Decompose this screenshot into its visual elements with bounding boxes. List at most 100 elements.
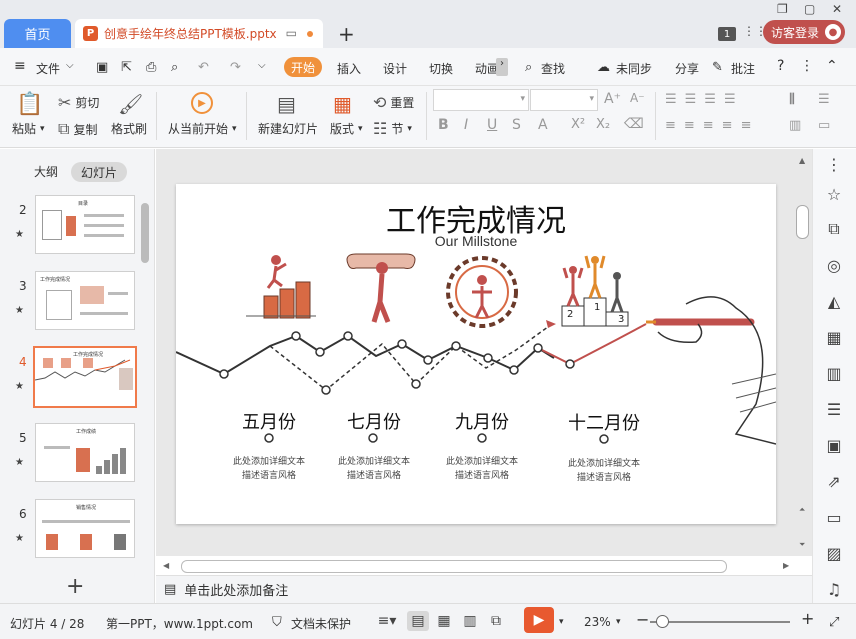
- superscript-icon[interactable]: X²: [571, 117, 585, 132]
- speaker-icon[interactable]: ♫: [822, 577, 846, 601]
- reading-view-icon[interactable]: ▥: [459, 611, 481, 631]
- italic-icon[interactable]: I: [464, 117, 468, 133]
- new-slide-icon[interactable]: ▤: [277, 92, 296, 116]
- save-icon[interactable]: ▣: [96, 60, 108, 75]
- slide-sorter-icon[interactable]: ▦: [433, 611, 455, 631]
- align-icons[interactable]: ≡≡≡≡≡: [665, 118, 759, 133]
- zoom-slider-handle[interactable]: [656, 615, 669, 628]
- menu-start[interactable]: 开始: [284, 57, 322, 77]
- scroll-right-icon[interactable]: ▶: [783, 561, 789, 570]
- zoom-in-button[interactable]: +: [801, 609, 814, 628]
- preview-icon[interactable]: ⌕: [171, 60, 178, 75]
- page-down-icon[interactable]: ⏷: [799, 540, 805, 550]
- image-gallery-icon[interactable]: ▣: [822, 433, 846, 457]
- annotate-icon[interactable]: ✎: [712, 60, 723, 75]
- text-box-icon[interactable]: ▭: [818, 118, 830, 133]
- menu-annotate[interactable]: 批注: [731, 60, 755, 77]
- canvas-horizontal-scrollbar[interactable]: [181, 560, 727, 573]
- archive-icon[interactable]: ▭: [822, 505, 846, 529]
- layout-icon[interactable]: ▦: [333, 92, 352, 116]
- font-name-select[interactable]: ▾: [433, 89, 529, 111]
- scroll-left-icon[interactable]: ◀: [163, 561, 169, 570]
- menu-transition[interactable]: 切换: [429, 60, 453, 77]
- layout-button[interactable]: 版式 ▾: [330, 120, 363, 137]
- restore-window-icon[interactable]: ❐: [777, 2, 788, 16]
- align-menu-icon[interactable]: ≡▾: [376, 611, 398, 631]
- menu-insert[interactable]: 插入: [337, 60, 361, 77]
- subscript-icon[interactable]: X₂: [596, 117, 610, 132]
- slide-thumbnail-selected[interactable]: 工作完成情况: [33, 346, 137, 408]
- reset-button[interactable]: ⟲ 重置: [373, 93, 414, 112]
- file-dropdown-icon[interactable]: ⌵: [66, 60, 74, 71]
- slideshow-play-button[interactable]: ▶: [524, 607, 554, 633]
- list-format-icons[interactable]: ☰☰☰☰: [665, 92, 744, 107]
- window-count-badge[interactable]: 1: [718, 27, 736, 41]
- slide-thumbnail[interactable]: 销售情况: [35, 499, 135, 558]
- settings-sliders-icon[interactable]: ☰: [822, 397, 846, 421]
- layers-icon[interactable]: ◭: [822, 289, 846, 313]
- undo-icon[interactable]: ↶: [198, 60, 209, 75]
- menu-find[interactable]: 查找: [541, 60, 565, 77]
- page-up-icon[interactable]: ⏶: [799, 505, 805, 515]
- quick-access-dropdown-icon[interactable]: ⌵: [258, 60, 266, 71]
- zoom-slider[interactable]: [650, 621, 790, 623]
- menu-file[interactable]: 文件: [36, 60, 60, 77]
- shapes-icon[interactable]: ◎: [822, 253, 846, 277]
- slideshow-dropdown-icon[interactable]: ▾: [559, 617, 564, 627]
- normal-view-icon[interactable]: ▤: [407, 611, 429, 631]
- star-icon[interactable]: ☆: [822, 182, 846, 206]
- notes-pane[interactable]: ▤ 单击此处添加备注: [156, 575, 812, 603]
- slide-thumbnail[interactable]: 工作成绩: [35, 423, 135, 482]
- font-size-select[interactable]: ▾: [530, 89, 598, 111]
- more-options-icon[interactable]: ⋮: [800, 58, 814, 74]
- menu-share[interactable]: 分享: [675, 60, 699, 77]
- tab-home[interactable]: 首页: [4, 19, 71, 48]
- format-painter-icon[interactable]: 🖌: [118, 92, 143, 116]
- sidebar-collapse-icon[interactable]: ⋮: [822, 152, 846, 176]
- from-current-button[interactable]: 从当前开始 ▾: [168, 120, 237, 137]
- tab-document[interactable]: P 创意手绘年终总结PPT模板.pptx ▭: [75, 19, 323, 48]
- slide-thumbnail[interactable]: 工作完成情况: [35, 271, 135, 330]
- theme-name[interactable]: 第一PPT，www.1ppt.com: [106, 615, 253, 632]
- font-color-icon[interactable]: A: [538, 117, 548, 133]
- text-direction-icon[interactable]: ⫼: [789, 92, 795, 107]
- bold-icon[interactable]: B: [438, 117, 449, 133]
- duplicate-icon[interactable]: ⧉: [822, 217, 846, 241]
- format-painter-button[interactable]: 格式刷: [111, 120, 147, 137]
- slide-thumbnail[interactable]: 目录: [35, 195, 135, 254]
- add-slide-button[interactable]: +: [66, 574, 84, 599]
- share-out-icon[interactable]: ⇗: [822, 469, 846, 493]
- menu-sync[interactable]: 未同步: [616, 60, 652, 77]
- scroll-up-icon[interactable]: ▲: [799, 156, 805, 165]
- columns-icon[interactable]: ▥: [789, 118, 801, 133]
- underline-icon[interactable]: U: [487, 117, 497, 133]
- section-button[interactable]: ☷ 节 ▾: [373, 119, 412, 138]
- copy-button[interactable]: ⧉ 复制: [58, 119, 97, 139]
- redo-icon[interactable]: ↷: [230, 60, 241, 75]
- zoom-level[interactable]: 23%: [584, 615, 611, 629]
- cut-button[interactable]: ✂ 剪切: [58, 93, 99, 112]
- help-icon[interactable]: ?: [777, 58, 784, 74]
- line-spacing-icon[interactable]: ☰: [818, 92, 830, 107]
- paste-button[interactable]: 粘贴 ▾: [12, 120, 45, 137]
- increase-font-icon[interactable]: A⁺: [604, 91, 621, 107]
- clear-format-icon[interactable]: ⌫: [624, 116, 644, 132]
- current-slide[interactable]: 工作完成情况 Our Millstone 2 1 3 五月份 此处添加详细文本 …: [176, 184, 776, 524]
- collapse-ribbon-icon[interactable]: ⌃: [826, 58, 838, 74]
- canvas-vertical-scrollbar[interactable]: [796, 205, 809, 239]
- presenter-view-icon[interactable]: ⧉: [485, 611, 507, 631]
- monitor-icon[interactable]: ▭: [286, 26, 297, 40]
- menu-scroll-right-icon[interactable]: ›: [496, 58, 508, 76]
- close-window-icon[interactable]: ✕: [832, 2, 842, 16]
- grid-icon[interactable]: ▦: [822, 325, 846, 349]
- print-icon[interactable]: ⎙: [146, 60, 156, 75]
- menu-design[interactable]: 设计: [383, 60, 407, 77]
- fit-window-icon[interactable]: ⤢: [829, 615, 839, 630]
- export-icon[interactable]: ⇱: [121, 60, 132, 75]
- play-from-current-icon[interactable]: ▶: [191, 92, 213, 114]
- cloud-sync-icon[interactable]: ☁: [597, 60, 610, 75]
- maximize-icon[interactable]: ▢: [804, 2, 815, 16]
- new-tab-button[interactable]: +: [338, 22, 355, 46]
- tab-outline[interactable]: 大纲: [34, 163, 58, 180]
- login-button[interactable]: 访客登录 ●: [763, 20, 845, 44]
